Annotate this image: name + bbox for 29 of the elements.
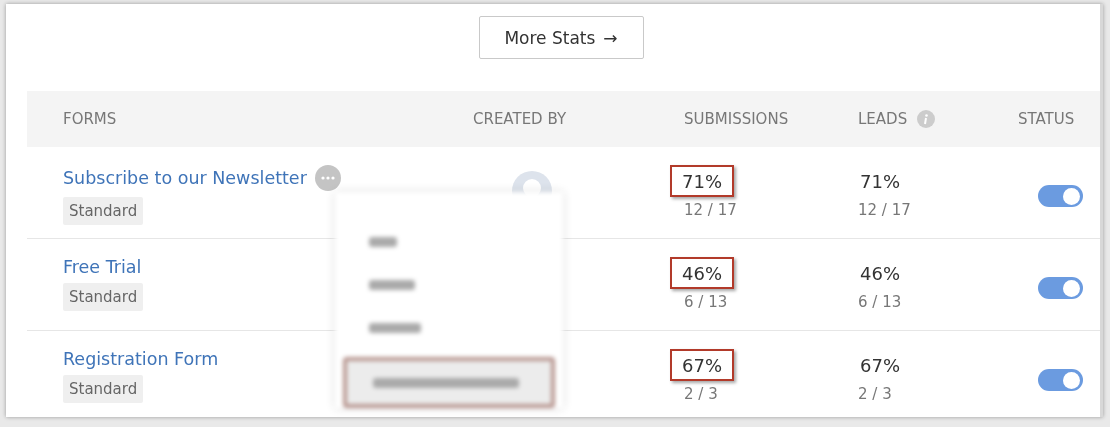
- form-type-tag: Standard: [63, 197, 144, 225]
- form-type-tag: Standard: [63, 283, 144, 311]
- column-header: CREATED BY: [473, 110, 567, 128]
- more-stats-button[interactable]: More Stats →: [478, 16, 644, 59]
- submissions-percent: 46%: [670, 257, 734, 289]
- leads-count: 2 / 3: [858, 385, 892, 403]
- form-name-link[interactable]: Subscribe to our Newsletter: [63, 168, 307, 188]
- submissions-count: 6 / 13: [684, 293, 728, 311]
- submissions-percent: 71%: [670, 165, 734, 197]
- column-header: FORMS: [63, 110, 117, 128]
- column-header: LEADS: [858, 110, 908, 128]
- form-name-link[interactable]: Registration Form: [63, 349, 219, 369]
- more-options-icon[interactable]: [314, 165, 341, 191]
- status-toggle[interactable]: [1038, 185, 1083, 207]
- status-toggle[interactable]: [1038, 369, 1083, 391]
- column-header: SUBMISSIONS: [684, 110, 789, 128]
- form-name-link[interactable]: Free Trial: [63, 257, 142, 277]
- leads-count: 6 / 13: [858, 293, 902, 311]
- submissions-count: 12 / 17: [684, 201, 737, 219]
- status-toggle[interactable]: [1038, 277, 1083, 299]
- leads-percent: 46%: [859, 262, 901, 286]
- leads-percent: 71%: [859, 170, 901, 194]
- submissions-count: 2 / 3: [684, 385, 718, 403]
- form-type-tag: Standard: [63, 375, 144, 403]
- submissions-percent: 67%: [670, 349, 734, 381]
- leads-count: 12 / 17: [858, 201, 911, 219]
- leads-percent: 67%: [859, 354, 901, 378]
- info-icon[interactable]: [917, 110, 936, 128]
- column-header: STATUS: [1018, 110, 1075, 128]
